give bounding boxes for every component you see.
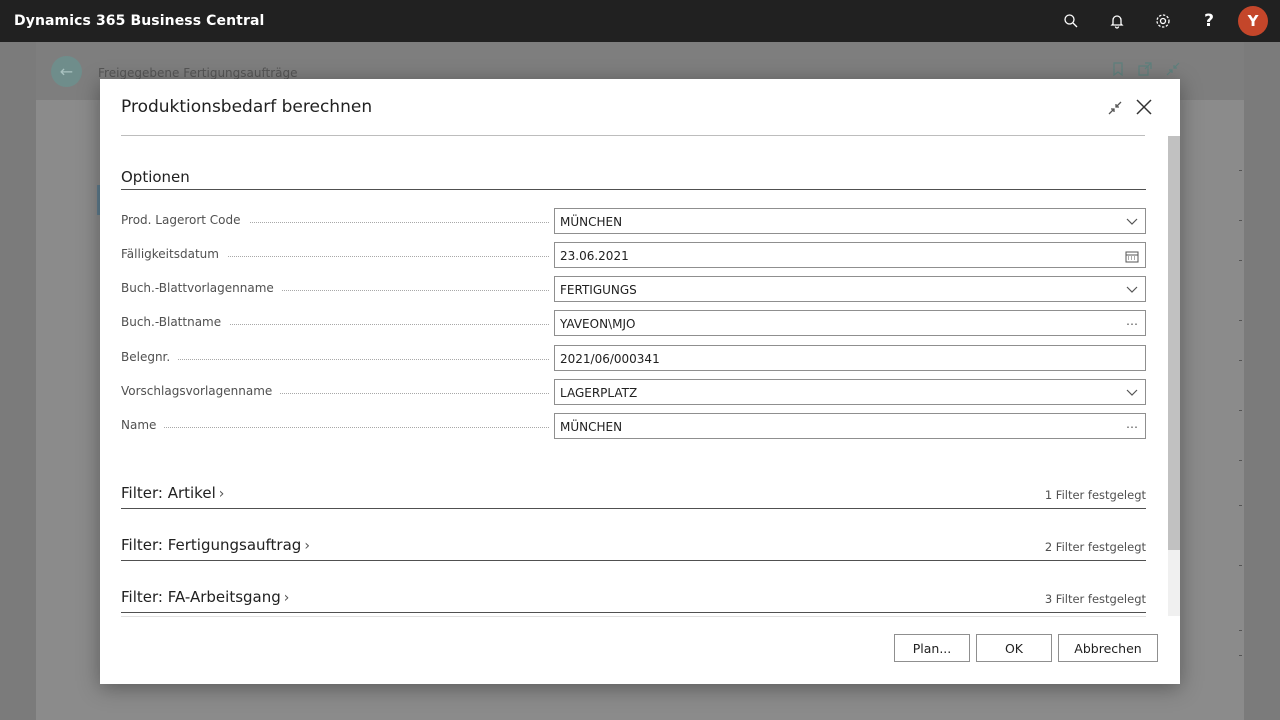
bell-icon[interactable] [1094,0,1140,42]
field-label: Buch.-Blattname [121,315,230,329]
ellipsis-icon[interactable]: ⋯ [1124,316,1140,332]
field-value: FERTIGUNGS [560,283,637,297]
avatar[interactable]: Y [1238,6,1268,36]
background-page-right-strip [1180,160,1244,680]
filter-title[interactable]: Filter: FA-Arbeitsgang › [121,588,289,606]
name-lookup[interactable]: MÜNCHEN ⋯ [554,413,1146,439]
section-divider [121,189,1146,190]
scrollbar-thumb[interactable] [1168,136,1180,550]
field-value: MÜNCHEN [560,420,623,434]
field-journal-batch-name: Buch.-Blattname YAVEON\MJO ⋯ [121,310,1146,336]
footer-divider [121,616,1146,617]
calculate-demand-dialog: Produktionsbedarf berechnen Optionen Pro… [100,79,1180,684]
background-page-title: Freigegebene Fertigungsaufträge [98,66,298,80]
gear-icon[interactable] [1140,0,1186,42]
leader-dots [121,359,549,360]
location-code-select[interactable]: MÜNCHEN [554,208,1146,234]
due-date-input[interactable]: 23.06.2021 [554,242,1146,268]
field-label: Buch.-Blattvorlagenname [121,281,282,295]
field-label: Fälligkeitsdatum [121,247,227,261]
filter-count: 2 Filter festgelegt [1044,540,1146,554]
filter-title-text: Filter: FA-Arbeitsgang [121,588,281,606]
field-label: Prod. Lagerort Code [121,213,249,227]
filter-title[interactable]: Filter: Artikel › [121,484,224,502]
filter-count: 3 Filter festgelegt [1044,592,1146,606]
bookmark-icon [1112,62,1124,80]
collapse-icon [1166,62,1180,80]
filter-divider [121,508,1146,509]
collapse-dialog-icon[interactable] [1104,97,1126,119]
chevron-down-icon[interactable] [1124,214,1140,230]
field-due-date: Fälligkeitsdatum 23.06.2021 [121,242,1146,268]
calendar-icon[interactable] [1124,248,1140,264]
ok-button[interactable]: OK [976,634,1052,662]
field-value: 23.06.2021 [560,249,629,263]
dialog-content: Optionen Prod. Lagerort Code MÜNCHEN Fäl… [100,136,1180,616]
filter-divider [121,560,1146,561]
worksheet-template-select[interactable]: LAGERPLATZ [554,379,1146,405]
filter-count: 1 Filter festgelegt [1044,488,1146,502]
field-label: Vorschlagsvorlagenname [121,384,281,398]
field-journal-template-name: Buch.-Blattvorlagenname FERTIGUNGS [121,276,1146,302]
close-icon[interactable] [1133,96,1155,118]
dialog-title: Produktionsbedarf berechnen [121,97,373,117]
ellipsis-icon[interactable]: ⋯ [1124,419,1140,435]
filter-title[interactable]: Filter: Fertigungsauftrag › [121,536,310,554]
field-label: Name [121,418,165,432]
field-value: YAVEON\MJO [560,317,636,331]
document-no-input[interactable]: 2021/06/000341 [554,345,1146,371]
filter-section-item[interactable]: Filter: Artikel › 1 Filter festgelegt [121,484,1146,510]
top-navigation-bar: Dynamics 365 Business Central ? Y [0,0,1280,42]
filter-title-text: Filter: Fertigungsauftrag [121,536,302,554]
journal-batch-lookup[interactable]: YAVEON\MJO ⋯ [554,310,1146,336]
field-document-no: Belegnr. 2021/06/000341 [121,345,1146,371]
search-icon[interactable] [1048,0,1094,42]
app-title[interactable]: Dynamics 365 Business Central [14,13,264,29]
field-label: Belegnr. [121,350,179,364]
background-page-actions [1112,62,1180,80]
filter-title-text: Filter: Artikel [121,484,216,502]
topbar-actions: ? Y [1048,0,1270,42]
field-prod-location-code: Prod. Lagerort Code MÜNCHEN [121,208,1146,234]
field-value: MÜNCHEN [560,215,623,229]
field-worksheet-template-name: Vorschlagsvorlagenname LAGERPLATZ [121,379,1146,405]
journal-template-select[interactable]: FERTIGUNGS [554,276,1146,302]
plan-button[interactable]: Plan... [894,634,970,662]
filter-divider [121,612,1146,613]
chevron-down-icon[interactable] [1124,282,1140,298]
section-title-options[interactable]: Optionen [121,168,190,186]
chevron-right-icon: › [218,486,225,502]
chevron-right-icon: › [283,590,290,606]
field-name: Name MÜNCHEN ⋯ [121,413,1146,439]
cancel-button[interactable]: Abbrechen [1058,634,1158,662]
chevron-down-icon[interactable] [1124,385,1140,401]
leader-dots [121,427,549,428]
back-arrow-icon: ← [51,56,82,87]
open-new-window-icon [1138,62,1152,80]
filter-section-production-order[interactable]: Filter: Fertigungsauftrag › 2 Filter fest… [121,536,1146,562]
field-value: 2021/06/000341 [560,352,660,366]
chevron-right-icon: › [304,538,310,554]
help-icon[interactable]: ? [1186,0,1232,42]
filter-section-routing-line[interactable]: Filter: FA-Arbeitsgang › 3 Filter festgel… [121,588,1146,614]
field-value: LAGERPLATZ [560,386,638,400]
